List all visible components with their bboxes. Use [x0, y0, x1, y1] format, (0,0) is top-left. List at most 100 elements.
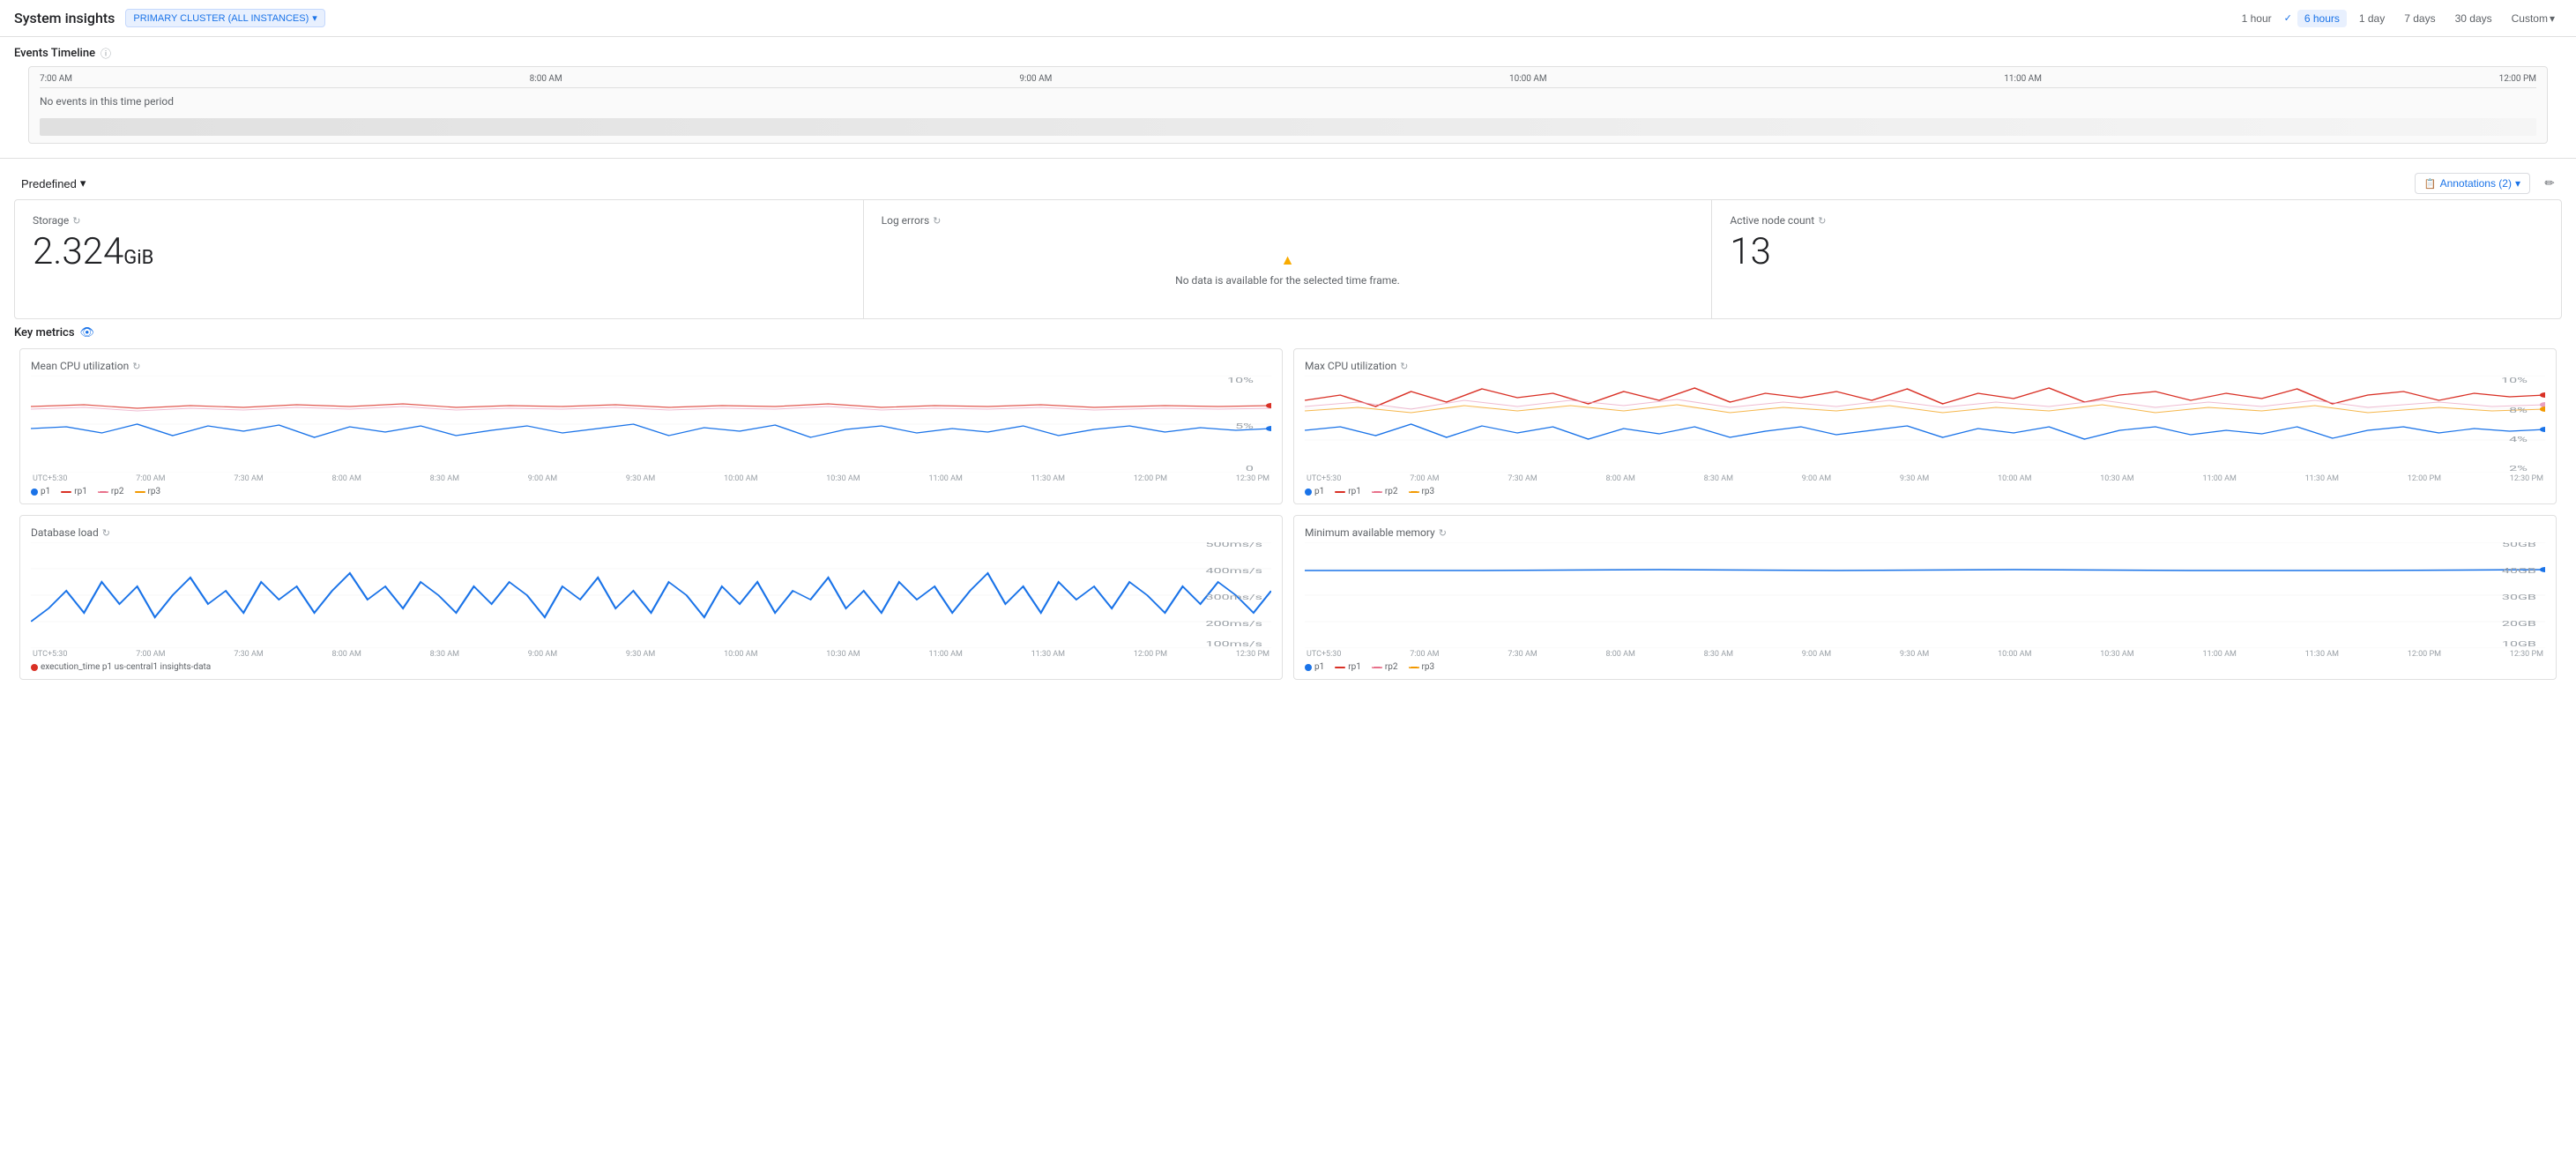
mem-legend-rp2: rp2 — [1372, 662, 1398, 672]
key-metrics-eye-icon[interactable]: 👁 — [80, 326, 95, 339]
min-memory-refresh-icon[interactable]: ↻ — [1439, 527, 1447, 539]
db-legend-execution-time: execution_time p1 us-central1 insights-d… — [31, 662, 211, 672]
log-errors-label: Log errors ↻ — [882, 214, 1694, 227]
legend-rp2-line — [98, 491, 108, 493]
mean-cpu-refresh-icon[interactable]: ↻ — [132, 361, 140, 372]
log-errors-card: Log errors ↻ ▲ No data is available for … — [864, 200, 1713, 318]
time-btn-7days[interactable]: 7 days — [2397, 10, 2442, 27]
predefined-button[interactable]: Predefined ▾ — [14, 173, 93, 194]
max-cpu-svg: 10% 8% 4% 2% — [1305, 376, 2545, 473]
timeline-scrubber[interactable] — [40, 118, 2536, 136]
mem-legend-rp2-line — [1372, 667, 1382, 668]
mem-legend-p1-dot — [1305, 664, 1312, 671]
legend-p1-dot — [31, 489, 38, 496]
database-load-chart: Database load ↻ 500ms/s 400ms/s 300ms/s … — [19, 515, 1283, 680]
annotations-label: Annotations (2) — [2440, 177, 2512, 190]
max-cpu-axis: UTC+5:30 7:00 AM 7:30 AM 8:00 AM 8:30 AM… — [1305, 474, 2545, 483]
key-metrics-section: Key metrics 👁 — [0, 319, 2576, 343]
storage-label: Storage ↻ — [33, 214, 845, 227]
max-legend-rp1-line — [1335, 491, 1345, 493]
mem-legend-rp3-line — [1409, 667, 1419, 668]
metrics-row: Storage ↻ 2.324GiB Log errors ↻ ▲ No dat… — [14, 199, 2562, 319]
max-legend-rp1: rp1 — [1335, 487, 1361, 496]
svg-text:500ms/s: 500ms/s — [1206, 542, 1262, 549]
storage-card: Storage ↻ 2.324GiB — [15, 200, 864, 318]
annotations-chevron-icon: ▾ — [2515, 177, 2520, 190]
mean-cpu-axis: UTC+5:30 7:00 AM 7:30 AM 8:00 AM 8:30 AM… — [31, 474, 1271, 483]
mem-legend-rp1: rp1 — [1335, 662, 1361, 672]
edit-button[interactable]: ✏ — [2537, 171, 2562, 196]
checkmark-icon: ✓ — [2284, 12, 2292, 24]
node-count-refresh-icon[interactable]: ↻ — [1818, 215, 1826, 227]
events-timeline-info-icon[interactable]: ⓘ — [101, 46, 111, 61]
active-node-label: Active node count ↻ — [1730, 214, 2543, 227]
chevron-down-icon: ▾ — [312, 12, 317, 24]
axis-label-3: 9:00 AM — [1019, 74, 1052, 84]
legend-rp3-line — [135, 491, 145, 493]
predefined-chevron-icon: ▾ — [80, 176, 86, 190]
svg-text:100ms/s: 100ms/s — [1206, 640, 1262, 648]
mean-cpu-svg: 10% 5% 0 — [31, 376, 1271, 473]
max-legend-rp2-line — [1372, 491, 1382, 493]
max-cpu-chart-area: 10% 8% 4% 2% — [1305, 376, 2545, 473]
max-legend-rp3-line — [1409, 491, 1419, 493]
divider-1 — [0, 158, 2576, 159]
svg-text:8%: 8% — [2509, 406, 2528, 414]
storage-value: 2.324GiB — [33, 234, 845, 271]
min-memory-title: Minimum available memory ↻ — [1305, 526, 2545, 539]
svg-text:300ms/s: 300ms/s — [1206, 593, 1262, 601]
time-btn-1day[interactable]: 1 day — [2352, 10, 2392, 27]
time-btn-1hour[interactable]: 1 hour — [2235, 10, 2279, 27]
svg-text:40GB: 40GB — [2502, 567, 2536, 575]
axis-label-5: 11:00 AM — [2004, 74, 2042, 84]
legend-rp1: rp1 — [61, 487, 87, 496]
axis-label-1: 7:00 AM — [40, 74, 72, 84]
time-btn-6hours[interactable]: 6 hours — [2297, 10, 2347, 27]
max-legend-rp3: rp3 — [1409, 487, 1435, 496]
min-memory-axis: UTC+5:30 7:00 AM 7:30 AM 8:00 AM 8:30 AM… — [1305, 650, 2545, 659]
axis-label-4: 10:00 AM — [1509, 74, 1547, 84]
svg-text:0: 0 — [1246, 465, 1254, 473]
log-errors-refresh-icon[interactable]: ↻ — [933, 215, 941, 227]
page-title: System insights — [14, 10, 115, 26]
annotations-button[interactable]: 📋 Annotations (2) ▾ — [2415, 173, 2530, 194]
edit-icon: ✏ — [2544, 176, 2554, 190]
time-btn-custom[interactable]: Custom ▾ — [2505, 10, 2562, 27]
cluster-selector[interactable]: PRIMARY CLUSTER (ALL INSTANCES) ▾ — [125, 9, 324, 27]
svg-text:50GB: 50GB — [2502, 542, 2536, 549]
events-timeline-title: Events Timeline ⓘ — [14, 46, 2562, 61]
storage-refresh-icon[interactable]: ↻ — [72, 215, 80, 227]
database-load-refresh-icon[interactable]: ↻ — [102, 527, 110, 539]
legend-p1: p1 — [31, 487, 50, 496]
log-errors-warning-icon: ▲ — [1281, 251, 1295, 269]
predefined-label: Predefined — [21, 177, 77, 190]
mean-cpu-legend: p1 rp1 rp2 rp3 — [31, 487, 1271, 496]
max-cpu-refresh-icon[interactable]: ↻ — [1400, 361, 1408, 372]
min-memory-chart-area: 50GB 40GB 30GB 20GB 10GB — [1305, 542, 2545, 648]
active-node-count-card: Active node count ↻ 13 — [1712, 200, 2561, 318]
log-errors-no-data: ▲ No data is available for the selected … — [882, 234, 1694, 304]
svg-text:10%: 10% — [1227, 377, 1254, 384]
database-load-title: Database load ↻ — [31, 526, 1271, 539]
mean-cpu-chart-area: 10% 5% 0 — [31, 376, 1271, 473]
cluster-label: PRIMARY CLUSTER (ALL INSTANCES) — [133, 13, 309, 24]
time-btn-30days[interactable]: 30 days — [2448, 10, 2499, 27]
database-load-axis: UTC+5:30 7:00 AM 7:30 AM 8:00 AM 8:30 AM… — [31, 650, 1271, 659]
active-node-value: 13 — [1730, 234, 2543, 271]
database-load-svg: 500ms/s 400ms/s 300ms/s 200ms/s 100ms/s — [31, 542, 1271, 648]
annotations-icon: 📋 — [2424, 178, 2437, 190]
min-memory-chart: Minimum available memory ↻ 50GB 40GB 30G… — [1293, 515, 2557, 680]
axis-label-2: 8:00 AM — [530, 74, 562, 84]
events-timeline-section: Events Timeline ⓘ 7:00 AM 8:00 AM 9:00 A… — [0, 37, 2576, 149]
axis-label-6: 12:00 PM — [2499, 74, 2536, 84]
predefined-bar: Predefined ▾ 📋 Annotations (2) ▾ ✏ — [0, 168, 2576, 199]
svg-text:30GB: 30GB — [2502, 593, 2536, 601]
mean-cpu-title: Mean CPU utilization ↻ — [31, 360, 1271, 372]
svg-text:200ms/s: 200ms/s — [1206, 620, 1262, 628]
svg-text:4%: 4% — [2509, 436, 2528, 444]
mean-cpu-chart: Mean CPU utilization ↻ 10% 5% 0 — [19, 348, 1283, 504]
max-cpu-legend: p1 rp1 rp2 rp3 — [1305, 487, 2545, 496]
svg-text:10GB: 10GB — [2502, 640, 2536, 648]
charts-grid: Mean CPU utilization ↻ 10% 5% 0 — [14, 343, 2562, 685]
key-metrics-title: Key metrics 👁 — [14, 326, 2562, 339]
